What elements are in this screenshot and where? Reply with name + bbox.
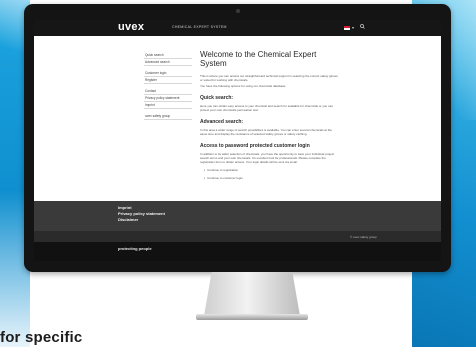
- site-header: uvex CHEMICAL EXPERT SYSTEM ▾: [34, 20, 441, 36]
- uvex-logo[interactable]: uvex: [118, 21, 144, 33]
- advanced-search-text: In this area a wider range of search pos…: [200, 128, 332, 136]
- intro-options-text: You have the following options for using…: [200, 84, 287, 88]
- protected-login-heading: Access to password protected customer lo…: [200, 143, 310, 149]
- chevron-down-icon[interactable]: ▾: [352, 25, 354, 30]
- footer-link-privacy[interactable]: Privacy policy statement: [118, 211, 165, 216]
- site-footer: Imprint Privacy policy statement Disclai…: [34, 201, 441, 231]
- intro-text: This is where you can access our straigh…: [200, 74, 338, 82]
- footer-strip: © uvex safety group: [34, 231, 441, 242]
- tagline-bar: protecting people: [34, 242, 441, 261]
- sidebar-item-quick-search[interactable]: Quick search: [144, 52, 192, 59]
- footer-link-imprint[interactable]: Imprint: [118, 205, 132, 210]
- sidebar-item-uvex-group[interactable]: uvex safety group: [144, 113, 192, 120]
- sidebar-item-privacy[interactable]: Privacy policy statement: [144, 95, 192, 102]
- monitor-stand-base: [196, 314, 308, 320]
- page-title: Welcome to the Chemical Expert System: [200, 50, 317, 68]
- site-title: CHEMICAL EXPERT SYSTEM: [172, 25, 227, 29]
- quick-search-heading: Quick search:: [200, 95, 234, 101]
- advanced-search-heading: Advanced search:: [200, 119, 244, 125]
- customer-login-link[interactable]: Continue to customer login: [204, 176, 340, 180]
- quick-search-text: Here you can obtain easy access to your …: [200, 104, 333, 112]
- monitor-frame: uvex CHEMICAL EXPERT SYSTEM ▾ Quick sear…: [24, 4, 451, 272]
- monitor-screen: uvex CHEMICAL EXPERT SYSTEM ▾ Quick sear…: [34, 20, 441, 261]
- tagline-text: protecting people: [118, 246, 152, 251]
- registration-link[interactable]: Continue to registration: [204, 168, 340, 172]
- webcam-dot: [236, 9, 240, 13]
- sidebar-item-imprint[interactable]: Imprint: [144, 102, 192, 109]
- sidebar-item-contact[interactable]: Contact: [144, 88, 192, 95]
- uk-flag-icon[interactable]: [344, 26, 350, 30]
- sidebar-item-register[interactable]: Register: [144, 77, 192, 84]
- sidebar-item-customer-login[interactable]: Customer login: [144, 70, 192, 77]
- footer-link-disclaimer[interactable]: Disclaimer: [118, 217, 138, 222]
- sidebar-nav: Quick search Advanced search Customer lo…: [144, 52, 192, 120]
- protected-login-text: In addition to its wider selection of ch…: [200, 152, 335, 164]
- search-icon[interactable]: [360, 24, 365, 31]
- caption-text: for specific: [0, 329, 83, 346]
- copyright-text: © uvex safety group: [350, 235, 377, 239]
- monitor-stand: [204, 272, 300, 316]
- sidebar-item-advanced-search[interactable]: Advanced search: [144, 59, 192, 66]
- main-content: Welcome to the Chemical Expert System Th…: [200, 50, 340, 180]
